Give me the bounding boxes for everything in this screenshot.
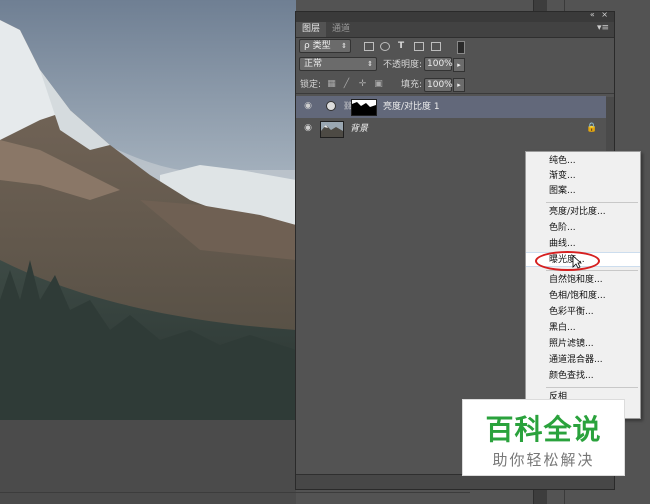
lock-label: 锁定:: [300, 80, 322, 90]
panel-bottom-bar: [296, 474, 614, 489]
filter-kind-select[interactable]: ρ 类型 ⇕: [299, 39, 351, 53]
document-canvas[interactable]: [0, 0, 296, 420]
fill-value: 100%: [427, 80, 453, 90]
watermark-title: 百科全说: [485, 413, 602, 446]
menu-item-pattern[interactable]: 图案...: [526, 184, 640, 199]
thumbnail-image: [321, 122, 343, 137]
fill-label: 填充:: [401, 80, 423, 90]
opacity-value: 100%: [427, 59, 453, 69]
menu-item-curves[interactable]: 曲线...: [526, 237, 640, 252]
type-filter-icon[interactable]: T: [398, 39, 404, 53]
menu-item-solid-color[interactable]: 纯色...: [526, 154, 640, 169]
layer-name: 背景: [350, 124, 369, 134]
panel-tabs: 图层 通道 ▾≡: [296, 22, 614, 38]
red-highlight-circle: [535, 251, 600, 271]
filter-row: ρ 类型 ⇕ T: [296, 39, 614, 55]
menu-item-levels[interactable]: 色阶...: [526, 221, 640, 236]
watermark-subtitle: 助你轻松解决: [492, 451, 595, 469]
panel-menu-icon[interactable]: ▾≡: [597, 23, 609, 33]
menu-item-black-white[interactable]: 黑白...: [526, 321, 640, 336]
menu-item-color-lookup[interactable]: 颜色查找...: [526, 369, 640, 384]
lock-move-icon[interactable]: ✛: [358, 80, 367, 89]
menu-item-photo-filter[interactable]: 照片滤镜...: [526, 337, 640, 352]
mountain-photo: [0, 0, 296, 420]
lock-brush-icon[interactable]: ╱: [342, 80, 351, 89]
mouse-cursor-icon: [572, 255, 582, 269]
shape-filter-icon[interactable]: [414, 42, 424, 51]
filter-toggle-switch[interactable]: [457, 41, 465, 54]
layer-name: 亮度/对比度 1: [383, 102, 440, 112]
filter-kind-value: ρ 类型: [304, 41, 331, 51]
adjustment-layer-menu: 纯色... 渐变... 图案... 亮度/对比度... 色阶... 曲线... …: [525, 151, 641, 419]
lock-all-icon[interactable]: ▣: [374, 80, 383, 89]
chevron-updown-icon: ⇕: [367, 60, 373, 68]
fill-input[interactable]: 100%: [424, 78, 453, 92]
layer-row-brightness[interactable]: ◉ ⛓ 亮度/对比度 1: [296, 96, 606, 118]
lock-row: 锁定: ▦ ╱ ✛ ▣ 填充: 100% ▸: [296, 77, 614, 94]
menu-item-brightness-contrast[interactable]: 亮度/对比度...: [526, 205, 640, 220]
adjustment-layer-icon: [326, 101, 336, 111]
lock-transparent-icon[interactable]: ▦: [327, 80, 336, 89]
layer-mask-thumbnail[interactable]: [351, 99, 377, 116]
opacity-slider-button[interactable]: ▸: [453, 58, 465, 72]
watermark-logo: 百科全说 助你轻松解决: [462, 399, 625, 476]
panel-titlebar[interactable]: « ×: [296, 10, 614, 22]
menu-separator: [546, 202, 638, 203]
fill-slider-button[interactable]: ▸: [453, 78, 465, 92]
menu-item-color-balance[interactable]: 色彩平衡...: [526, 305, 640, 320]
menu-item-channel-mixer[interactable]: 通道混合器...: [526, 353, 640, 368]
chevron-updown-icon: ⇕: [341, 42, 347, 50]
lock-icon: 🔒: [586, 123, 598, 133]
eye-icon[interactable]: ◉: [302, 123, 314, 135]
menu-item-gradient[interactable]: 渐变...: [526, 169, 640, 184]
pasteboard-divider: [0, 492, 470, 493]
menu-item-hue-saturation[interactable]: 色相/饱和度...: [526, 289, 640, 304]
panel-title-buttons[interactable]: « ×: [590, 10, 610, 19]
menu-item-vibrance[interactable]: 自然饱和度...: [526, 273, 640, 288]
pixel-filter-icon[interactable]: [364, 42, 374, 51]
layer-thumbnail[interactable]: [320, 121, 344, 138]
tab-channels[interactable]: 通道: [326, 22, 356, 37]
blend-mode-select[interactable]: 正常 ⇕: [299, 57, 377, 71]
blend-mode-value: 正常: [304, 59, 323, 69]
eye-icon[interactable]: ◉: [302, 101, 314, 113]
tab-layers[interactable]: 图层: [296, 22, 327, 37]
opacity-input[interactable]: 100%: [424, 57, 453, 71]
layer-row-background[interactable]: ◉ 背景 🔒: [296, 118, 606, 140]
mask-shape: [352, 102, 376, 115]
smart-object-filter-icon[interactable]: [431, 42, 441, 51]
menu-separator: [546, 387, 638, 388]
opacity-label: 不透明度:: [383, 60, 423, 70]
adjustment-filter-icon[interactable]: [380, 42, 390, 51]
blend-row: 正常 ⇕ 不透明度: 100% ▸: [296, 57, 614, 73]
